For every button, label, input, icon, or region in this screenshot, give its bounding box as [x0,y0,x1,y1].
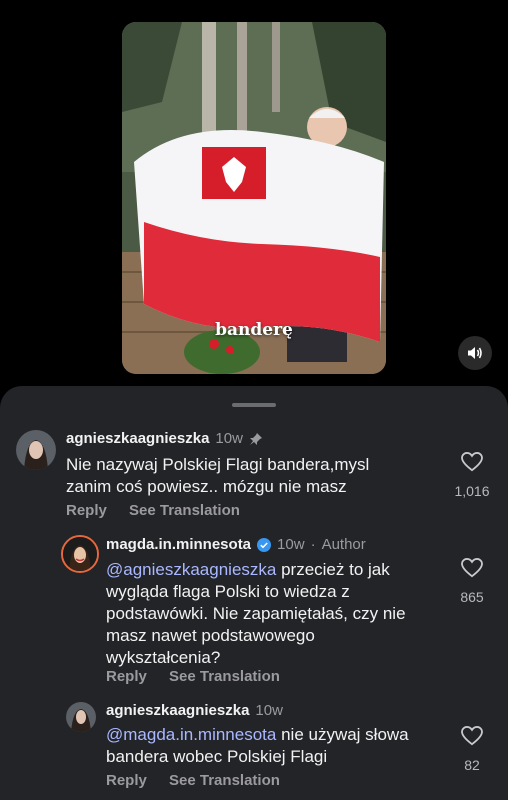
like-count: 1,016 [454,483,490,499]
heart-icon[interactable] [461,451,483,472]
drag-handle[interactable] [232,403,276,407]
like-control: 1,016 [447,451,497,499]
see-translation-button[interactable]: See Translation [169,772,280,789]
comment-header: agnieszkaagnieszka 10w [106,702,283,719]
sound-toggle-button[interactable] [458,336,492,370]
separator-dot: · [310,536,316,553]
comment-time: 10w [215,430,243,447]
comment-actions: Reply See Translation [106,772,298,789]
video-player[interactable]: banderę [122,22,386,374]
reply-button[interactable]: Reply [66,502,107,519]
like-control: 82 [447,725,497,773]
author-label: Author [321,536,366,553]
verified-badge-icon [257,537,272,552]
avatar[interactable] [16,430,56,470]
speaker-icon [468,347,482,359]
heart-icon[interactable] [461,725,483,746]
see-translation-button[interactable]: See Translation [129,502,240,519]
avatar[interactable] [61,535,99,573]
like-count: 82 [464,757,480,773]
avatar-image [63,537,97,571]
like-control: 865 [447,557,497,605]
comment-username[interactable]: agnieszkaagnieszka [106,702,249,719]
comments-sheet: agnieszkaagnieszka 10w Nie nazywaj Polsk… [0,386,508,800]
avatar-image [16,430,56,470]
see-translation-button[interactable]: See Translation [169,668,280,685]
like-count: 865 [460,589,484,605]
comment-time: 10w [277,536,305,553]
heart-icon[interactable] [461,557,483,578]
comment-header: magda.in.minnesota 10w · Author [106,536,366,553]
reply-button[interactable]: Reply [106,772,147,789]
comment-text: @magda.in.minnesota nie używaj słowa ban… [106,724,436,768]
comment-username[interactable]: magda.in.minnesota [106,536,251,553]
comment-header: agnieszkaagnieszka 10w [66,430,263,447]
comment-mention[interactable]: @magda.in.minnesota [106,725,276,744]
avatar-image [66,702,96,732]
comment-text: Nie nazywaj Polskiej Flagi bandera,mysl … [66,455,370,496]
comment-mention[interactable]: @agnieszkaagnieszka [106,560,276,579]
comment-username[interactable]: agnieszkaagnieszka [66,430,209,447]
comment-actions: Reply See Translation [66,502,258,519]
comment-time: 10w [255,702,283,719]
avatar[interactable] [66,702,96,732]
comment-text: @agnieszkaagnieszka przecież to jak wygl… [106,559,416,669]
video-caption: banderę [215,320,293,340]
comment-actions: Reply See Translation [106,668,298,685]
reply-button[interactable]: Reply [106,668,147,685]
pin-icon [249,432,262,445]
